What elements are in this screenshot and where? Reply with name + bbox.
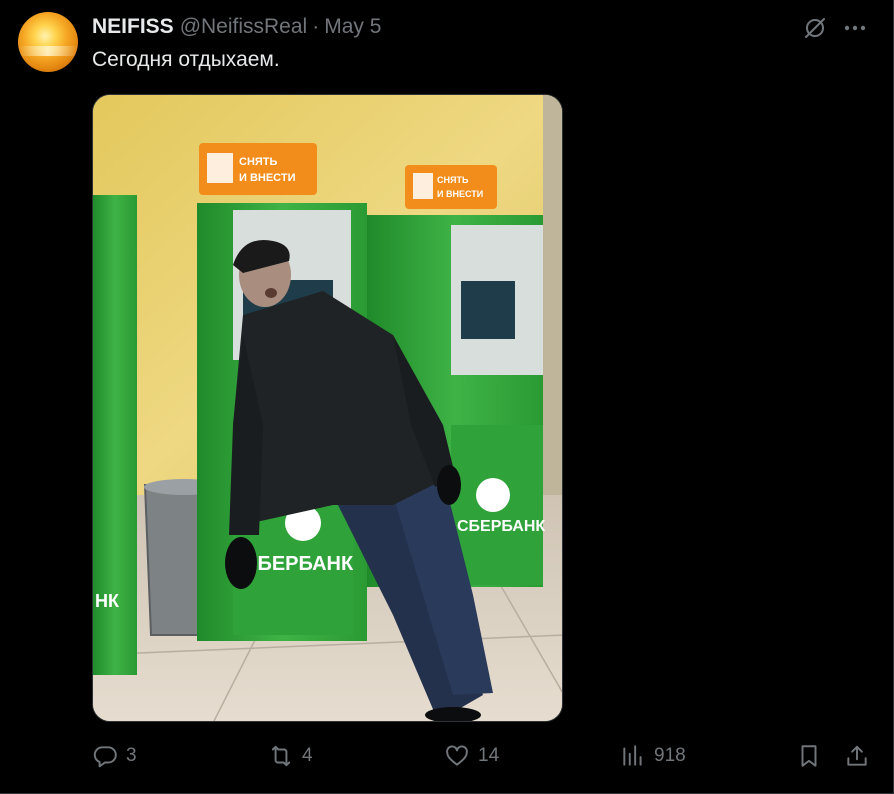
sign1-line2: И ВНЕСТИ xyxy=(239,172,296,184)
separator-dot: · xyxy=(312,15,320,38)
grok-icon[interactable] xyxy=(803,16,827,40)
tweet[interactable]: NEIFISS @NeifissReal · May 5 Сегодня отд… xyxy=(0,0,894,794)
atm1-label: СБЕРБАНК xyxy=(243,553,354,575)
more-icon[interactable] xyxy=(842,16,868,40)
reply-count: 3 xyxy=(126,745,137,766)
retweet-icon xyxy=(271,745,291,767)
bookmark-button[interactable] xyxy=(796,738,822,774)
tweet-header: NEIFISS @NeifissReal · May 5 xyxy=(92,14,381,40)
atm2-label: СБЕРБАНК xyxy=(457,518,545,535)
bookmark-icon xyxy=(801,745,817,767)
retweet-button[interactable]: 4 xyxy=(268,738,313,774)
display-name[interactable]: NEIFISS xyxy=(92,15,174,39)
post-image[interactable]: НК СБЕРБАНК СБЕРБАНК СНЯТЬ И ВНЕСТИ СНЯТ… xyxy=(92,94,563,722)
user-handle[interactable]: @NeifissReal xyxy=(180,15,308,39)
like-button[interactable]: 14 xyxy=(444,738,499,774)
sign2-line2: И ВНЕСТИ xyxy=(437,189,483,199)
share-button[interactable] xyxy=(844,738,870,774)
share-icon xyxy=(847,745,867,766)
views-count: 918 xyxy=(654,745,686,766)
retweet-count: 4 xyxy=(302,745,313,766)
post-date[interactable]: May 5 xyxy=(324,15,381,39)
sign2-line1: СНЯТЬ xyxy=(437,175,469,185)
views-button[interactable]: 918 xyxy=(620,738,686,774)
action-bar: 3 4 14 918 xyxy=(92,738,874,774)
reply-icon xyxy=(93,746,117,768)
reply-button[interactable]: 3 xyxy=(92,738,137,774)
tweet-text: Сегодня отдыхаем. xyxy=(92,48,280,71)
views-icon xyxy=(623,745,642,766)
sign1-line1: СНЯТЬ xyxy=(239,156,278,168)
like-count: 14 xyxy=(478,745,500,766)
left-atm-label: НК xyxy=(95,591,120,611)
heart-icon xyxy=(446,745,468,766)
avatar[interactable] xyxy=(18,12,78,72)
